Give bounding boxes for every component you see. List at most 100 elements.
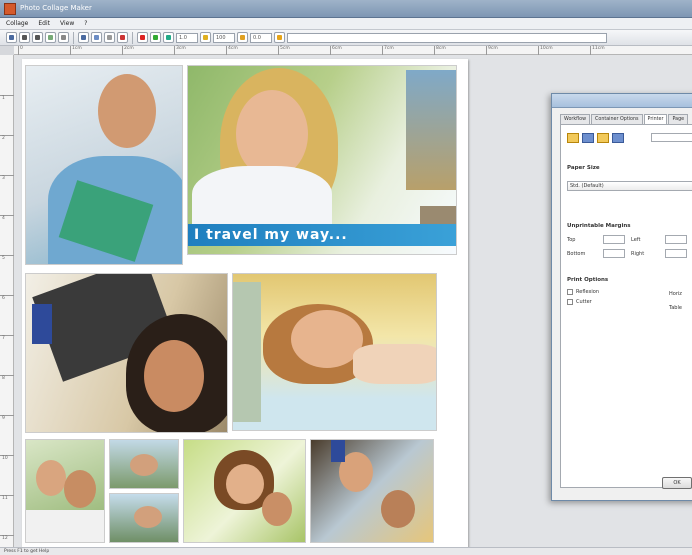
- menu-view[interactable]: View: [60, 20, 74, 27]
- reflexion-label: Reflexion: [576, 289, 600, 295]
- ruler-tick: 4cm: [226, 46, 238, 55]
- margin-top-label: Top: [567, 237, 576, 243]
- tab-page[interactable]: Page: [668, 114, 689, 124]
- menu-edit[interactable]: Edit: [38, 20, 50, 27]
- page-setup-dialog: Workflow Container Options Printer Page …: [551, 93, 692, 501]
- rotate-icon[interactable]: [104, 32, 115, 43]
- cutter-checkbox[interactable]: [567, 299, 573, 305]
- dialog-panel: Paper Size Std. (Default) Unprintable Ma…: [560, 124, 692, 488]
- photo-shirt: [26, 510, 104, 542]
- margin-top-field[interactable]: [603, 235, 625, 244]
- ruler-tick: 9: [0, 415, 14, 421]
- tab-printer[interactable]: Printer: [643, 114, 668, 124]
- photo-face: [144, 340, 204, 412]
- photo-face: [134, 506, 162, 528]
- menu-help[interactable]: ?: [84, 20, 87, 27]
- brightness-icon[interactable]: [200, 32, 211, 43]
- photo-face: [262, 492, 292, 526]
- zoom-field[interactable]: 100: [213, 32, 235, 43]
- select-tool-icon[interactable]: [6, 32, 17, 43]
- window-title: Photo Collage Maker: [20, 4, 92, 12]
- fit-page-icon[interactable]: [45, 32, 56, 43]
- photo-face: [64, 470, 96, 508]
- ruler-tick: 11cm: [590, 46, 605, 55]
- travel-banner: I travel my way...: [188, 224, 456, 246]
- preview-icon[interactable]: [612, 133, 624, 143]
- path-field[interactable]: [287, 32, 607, 43]
- page-icon[interactable]: [597, 133, 609, 143]
- photo-face: [236, 90, 308, 178]
- photo-phone: [32, 304, 52, 344]
- horizontal-ruler: 0 1cm 2cm 3cm 4cm 5cm 6cm 7cm 8cm 9cm 10…: [14, 46, 692, 55]
- collage-photo-couple-1[interactable]: [25, 439, 105, 543]
- layout-icon[interactable]: [91, 32, 102, 43]
- printer-settings-icon[interactable]: [582, 133, 594, 143]
- text-icon[interactable]: [237, 32, 248, 43]
- grid-icon[interactable]: [58, 32, 69, 43]
- toolbar: 1.0 100 0.0: [0, 30, 692, 46]
- margins-heading: Unprintable Margins: [567, 223, 631, 229]
- collage-photo-woman-phone[interactable]: [25, 273, 228, 433]
- tab-workflow[interactable]: Workflow: [560, 114, 591, 124]
- tab-container-options[interactable]: Container Options: [591, 114, 643, 124]
- collage-photo-lying-2[interactable]: [109, 493, 179, 543]
- photo-face: [226, 464, 264, 504]
- collage-photo-man-reading[interactable]: [25, 65, 183, 265]
- vertical-ruler: 1 2 3 4 5 6 7 8 9 10 11 12: [0, 55, 14, 547]
- margin-bottom-field[interactable]: [603, 249, 625, 258]
- reflexion-checkbox[interactable]: [567, 289, 573, 295]
- horiz-label: Horiz: [669, 291, 682, 297]
- table-label: Table: [669, 305, 682, 311]
- menu-collage[interactable]: Collage: [6, 20, 28, 27]
- collage-page[interactable]: I travel my way...: [22, 59, 468, 549]
- print-options-heading: Print Options: [567, 277, 609, 283]
- ruler-tick: 8: [0, 375, 14, 381]
- printer-icons: [567, 133, 624, 143]
- collage-photo-lying-1[interactable]: [109, 439, 179, 489]
- stop-icon[interactable]: [137, 32, 148, 43]
- collage-photo-travel[interactable]: I travel my way...: [187, 65, 457, 255]
- ruler-tick: 2cm: [122, 46, 134, 55]
- margin-right-field[interactable]: [665, 249, 687, 258]
- margin-left-label: Left: [631, 237, 641, 243]
- collage-photo-couple-2[interactable]: [183, 439, 306, 543]
- margin-left-field[interactable]: [665, 235, 687, 244]
- photo-face: [130, 454, 158, 476]
- image-icon[interactable]: [78, 32, 89, 43]
- ruler-tick: 11: [0, 495, 14, 501]
- zoom-in-icon[interactable]: [19, 32, 30, 43]
- cutter-label: Cutter: [576, 299, 592, 305]
- angle-field[interactable]: 0.0: [250, 32, 272, 43]
- photo-inset-cap: [406, 70, 456, 190]
- ruler-tick: 6: [0, 295, 14, 301]
- zoom-out-icon[interactable]: [32, 32, 43, 43]
- ruler-tick: 5: [0, 255, 14, 261]
- status-bar: Press F1 to get Help: [0, 547, 692, 555]
- frame-icon[interactable]: [274, 32, 285, 43]
- printer-icon[interactable]: [567, 133, 579, 143]
- ruler-tick: 2: [0, 135, 14, 141]
- collage-photo-woman-lying[interactable]: [232, 273, 437, 431]
- app-icon: [4, 3, 16, 15]
- ruler-tick: 0: [18, 46, 23, 55]
- paper-size-heading: Paper Size: [567, 165, 600, 171]
- ruler-tick: 1: [0, 95, 14, 101]
- delete-icon[interactable]: [117, 32, 128, 43]
- ruler-tick: 7cm: [382, 46, 394, 55]
- printer-name-field[interactable]: [651, 133, 692, 142]
- ruler-tick: 6cm: [330, 46, 342, 55]
- toolbar-separator: [73, 31, 74, 44]
- ruler-tick: 4: [0, 215, 14, 221]
- ruler-tick: 3: [0, 175, 14, 181]
- size-field[interactable]: 1.0: [176, 32, 198, 43]
- paper-size-select[interactable]: Std. (Default): [567, 181, 692, 191]
- refresh-icon[interactable]: [163, 32, 174, 43]
- margin-right-label: Right: [631, 251, 645, 257]
- photo-phone: [331, 440, 345, 462]
- ok-button[interactable]: OK: [662, 477, 692, 489]
- photo-arm: [353, 344, 436, 384]
- dialog-title-bar: [552, 94, 692, 108]
- dialog-tabs: Workflow Container Options Printer Page: [560, 114, 689, 124]
- collage-photo-couple-3[interactable]: [310, 439, 434, 543]
- apply-icon[interactable]: [150, 32, 161, 43]
